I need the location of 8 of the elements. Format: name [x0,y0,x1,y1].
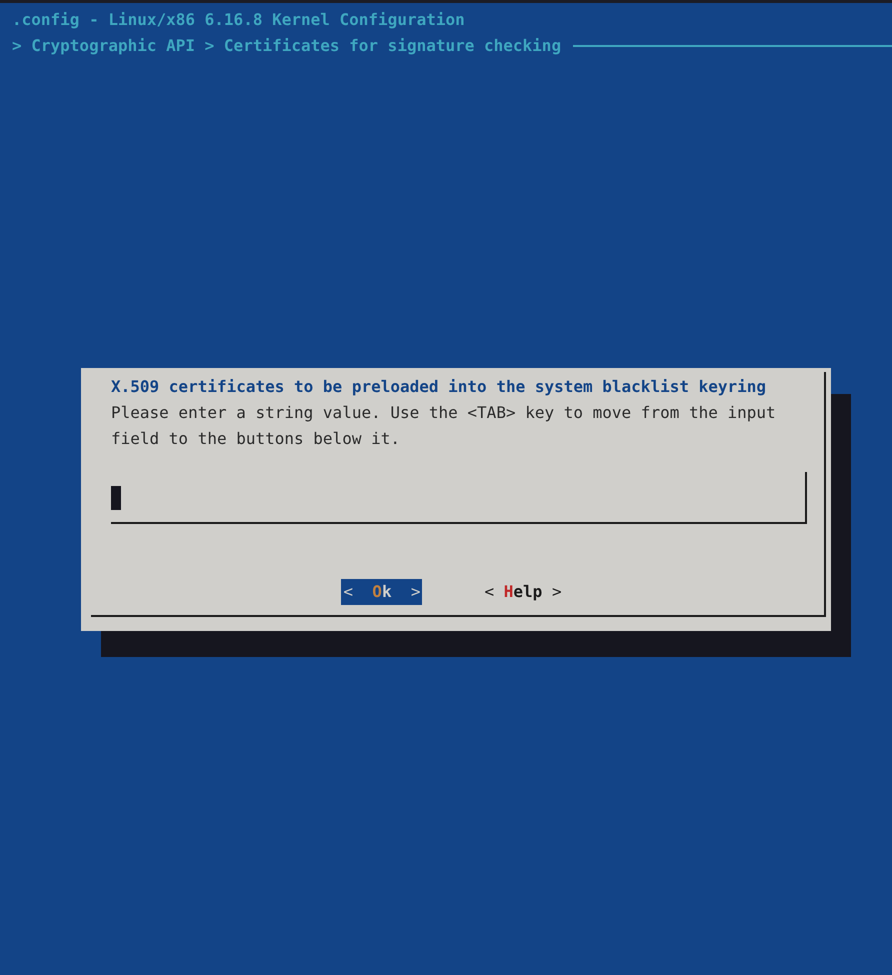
window-title: .config - Linux/x86 6.16.8 Kernel Configuration [12,9,466,31]
dialog-button[interactable]: < Ok > [341,579,422,605]
breadcrumb: > Cryptographic API > Certificates for signature checking [12,35,562,57]
dialog-button[interactable]: < Help > [482,579,564,605]
input-field[interactable] [111,472,807,524]
text-cursor [111,486,121,510]
dialog-title: X.509 certificates to be preloaded into the system blacklist keyring [111,376,768,398]
dialog-message: Please enter a string value. Use the <TAB> key to move from the input field to the buttons below it. [111,402,777,450]
